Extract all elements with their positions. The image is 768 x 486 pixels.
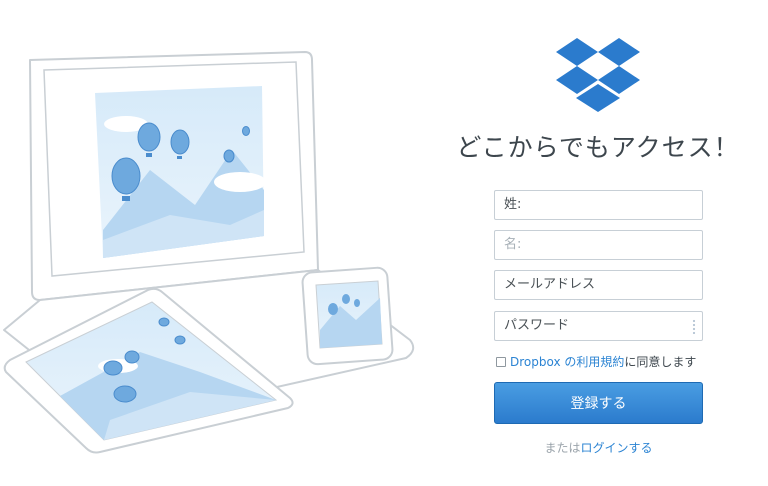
terms-link[interactable]: Dropbox の利用規約 (510, 355, 624, 369)
phone (301, 266, 394, 366)
page-title: どこからでもアクセス！ (456, 133, 740, 162)
login-prefix: または (544, 441, 581, 455)
login-link[interactable]: ログインする (581, 441, 653, 455)
last-name-field[interactable]: 名: (494, 230, 703, 260)
key-dots-icon[interactable] (692, 319, 696, 334)
terms-agreement: Dropbox の利用規約に同意します (496, 353, 696, 370)
first-name-value: 姓: (504, 197, 522, 212)
terms-checkbox[interactable] (496, 357, 506, 367)
email-value: メールアドレス (504, 277, 596, 292)
password-field[interactable]: パスワード (494, 311, 703, 341)
dropbox-logo (556, 38, 640, 112)
devices-illustration (3, 51, 415, 454)
terms-suffix: に同意します (624, 355, 697, 369)
password-value: パスワード (504, 318, 570, 333)
last-name-placeholder: 名: (504, 237, 522, 252)
first-name-field[interactable]: 姓: (494, 190, 703, 220)
laptop-screen-image (95, 86, 266, 258)
login-prompt: またはログインする (494, 439, 703, 456)
register-button[interactable]: 登録する (494, 382, 703, 424)
email-field[interactable]: メールアドレス (494, 270, 703, 300)
